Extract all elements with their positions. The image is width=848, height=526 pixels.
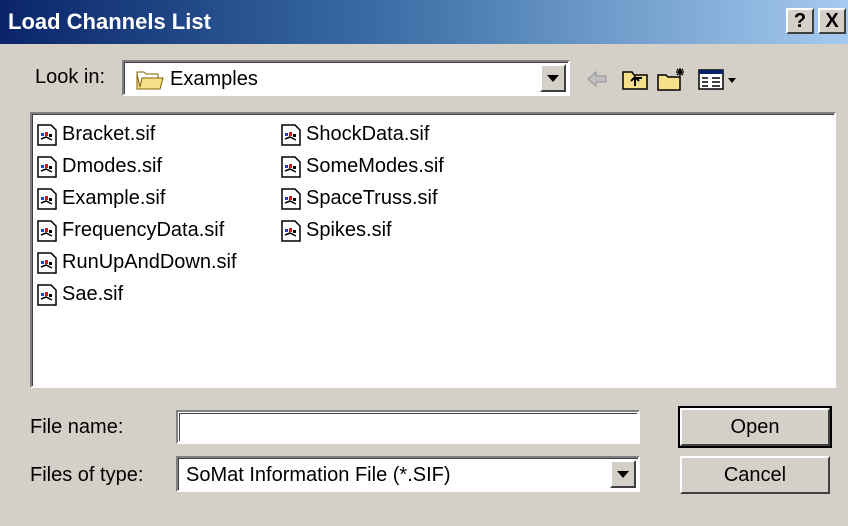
help-button[interactable]: ?: [786, 8, 814, 34]
back-arrow-icon[interactable]: [584, 66, 612, 92]
file-name-text: Bracket.sif: [62, 123, 156, 145]
look-in-value: Examples: [170, 68, 258, 90]
look-in-combobox[interactable]: Examples: [122, 60, 570, 96]
file-name-text: RunUpAndDown.sif: [62, 251, 237, 273]
folder-icon: [136, 71, 164, 90]
sif-file-icon: [37, 220, 57, 242]
sif-file-icon: [37, 156, 57, 178]
file-name-field[interactable]: [176, 410, 640, 444]
sif-file-icon: [37, 124, 57, 146]
file-name-text: Dmodes.sif: [62, 155, 163, 177]
file-name-text: Example.sif: [62, 187, 166, 209]
files-of-type-value: SoMat Information File (*.SIF): [186, 464, 451, 486]
file-name-text: SomeModes.sif: [306, 155, 444, 177]
file-list[interactable]: Bracket.sif Dmodes.sif Example.sif Frequenc…: [30, 112, 836, 388]
dialog-title: Load Channels List: [8, 9, 211, 34]
files-of-type-combobox[interactable]: SoMat Information File (*.SIF): [176, 456, 640, 492]
up-one-level-icon[interactable]: [620, 66, 650, 92]
sif-file-icon: [281, 156, 301, 178]
cancel-button[interactable]: Cancel: [680, 456, 830, 494]
load-channels-dialog: Load Channels List ? X Look in: Examples…: [0, 0, 848, 526]
file-name-text: Sae.sif: [62, 283, 124, 305]
sif-file-icon: [281, 188, 301, 210]
look-in-label: Look in:: [35, 66, 106, 88]
file-name-text: ShockData.sif: [306, 123, 430, 145]
files-of-type-label: Files of type:: [30, 464, 144, 486]
file-name-input[interactable]: [179, 413, 637, 441]
sif-file-icon: [37, 252, 57, 274]
file-name-label: File name:: [30, 416, 124, 438]
files-of-type-dropdown-arrow[interactable]: [610, 460, 636, 488]
file-name-text: SpaceTruss.sif: [306, 187, 438, 209]
open-button[interactable]: Open: [678, 406, 832, 448]
file-name-text: FrequencyData.sif: [62, 219, 225, 241]
sif-file-icon: [37, 188, 57, 210]
sif-file-icon: [281, 220, 301, 242]
view-menu-icon[interactable]: [698, 66, 740, 92]
look-in-dropdown-arrow[interactable]: [540, 64, 566, 92]
title-bar[interactable]: Load Channels List ? X: [0, 0, 848, 44]
close-button[interactable]: X: [818, 8, 846, 34]
new-folder-icon[interactable]: [656, 66, 688, 92]
file-name-text: Spikes.sif: [306, 219, 392, 241]
sif-file-icon: [37, 284, 57, 306]
sif-file-icon: [281, 124, 301, 146]
